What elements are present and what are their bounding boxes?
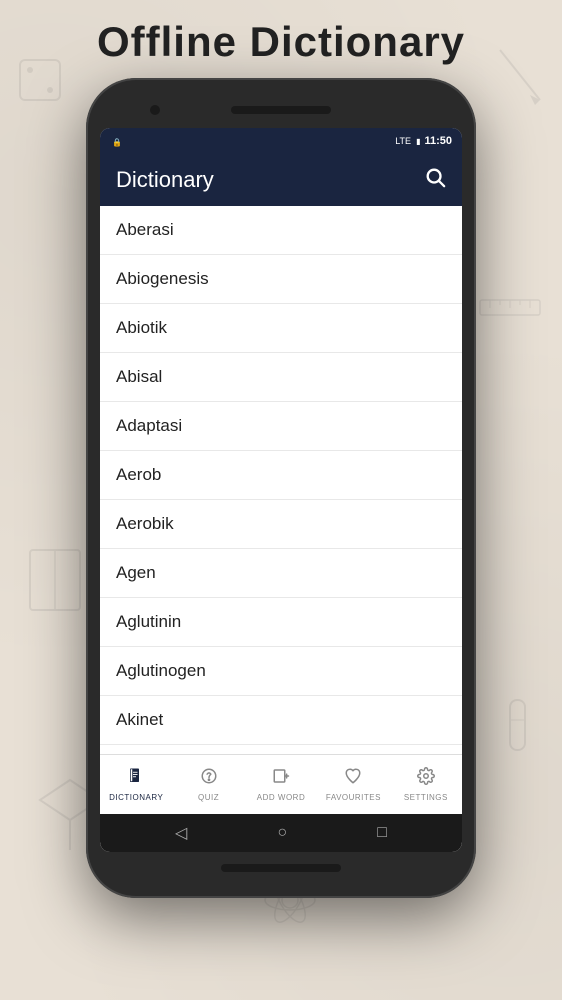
list-item[interactable]: Akinet <box>100 696 462 745</box>
signal-icon: LTE <box>395 136 411 146</box>
android-nav-bar: ◁ ○ □ <box>100 814 462 852</box>
list-item[interactable]: Abisal <box>100 353 462 402</box>
lock-icon: 🔒 <box>112 138 122 147</box>
search-icon[interactable] <box>424 166 446 194</box>
phone-bottom-speaker <box>221 864 341 872</box>
list-item[interactable]: Aberasi <box>100 206 462 255</box>
nav-label-dictionary: DICTIONARY <box>109 793 163 802</box>
nav-item-favourites[interactable]: FAVOURITES <box>317 755 389 814</box>
nav-item-quiz[interactable]: QUIZ <box>172 755 244 814</box>
settings-icon <box>417 767 435 791</box>
list-item[interactable]: Aerob <box>100 451 462 500</box>
status-bar-left: 🔒 <box>110 132 122 150</box>
battery-icon: ▮ <box>416 137 420 146</box>
bottom-nav: DICTIONARY QUIZ <box>100 754 462 814</box>
home-button[interactable]: ○ <box>277 824 287 842</box>
list-item[interactable]: Agen <box>100 549 462 598</box>
list-item[interactable]: Aglutinogen <box>100 647 462 696</box>
add-word-icon <box>272 767 290 791</box>
nav-label-settings: SETTINGS <box>404 793 448 802</box>
list-item[interactable]: Adaptasi <box>100 402 462 451</box>
status-bar: 🔒 LTE ▮ 11:50 <box>100 128 462 154</box>
nav-item-dictionary[interactable]: DICTIONARY <box>100 755 172 814</box>
phone-speaker <box>231 106 331 114</box>
phone-shell: 🔒 LTE ▮ 11:50 Dictionary AberasiAbiogene… <box>86 78 476 898</box>
header-title: Dictionary <box>116 167 424 193</box>
word-list: AberasiAbiogenesisAbiotikAbisalAdaptasiA… <box>100 206 462 754</box>
list-item[interactable]: Abiogenesis <box>100 255 462 304</box>
quiz-icon <box>200 767 218 791</box>
nav-label-add-word: ADD WORD <box>257 793 305 802</box>
nav-label-quiz: QUIZ <box>198 793 219 802</box>
nav-item-settings[interactable]: SETTINGS <box>390 755 462 814</box>
page-title: Offline Dictionary <box>97 18 465 66</box>
status-time: 11:50 <box>424 135 452 147</box>
phone-screen: 🔒 LTE ▮ 11:50 Dictionary AberasiAbiogene… <box>100 128 462 852</box>
dictionary-icon <box>127 767 145 791</box>
nav-item-add-word[interactable]: ADD WORD <box>245 755 317 814</box>
app-header: Dictionary <box>100 154 462 206</box>
list-item[interactable]: Abiotik <box>100 304 462 353</box>
list-item[interactable]: Aerobik <box>100 500 462 549</box>
back-button[interactable]: ◁ <box>175 823 187 843</box>
list-item[interactable]: Aglutinin <box>100 598 462 647</box>
phone-bottom-bar <box>100 856 462 880</box>
favourites-icon <box>344 767 362 791</box>
nav-label-favourites: FAVOURITES <box>326 793 381 802</box>
phone-camera <box>150 105 160 115</box>
phone-top-bar <box>100 96 462 124</box>
recent-button[interactable]: □ <box>377 824 387 842</box>
